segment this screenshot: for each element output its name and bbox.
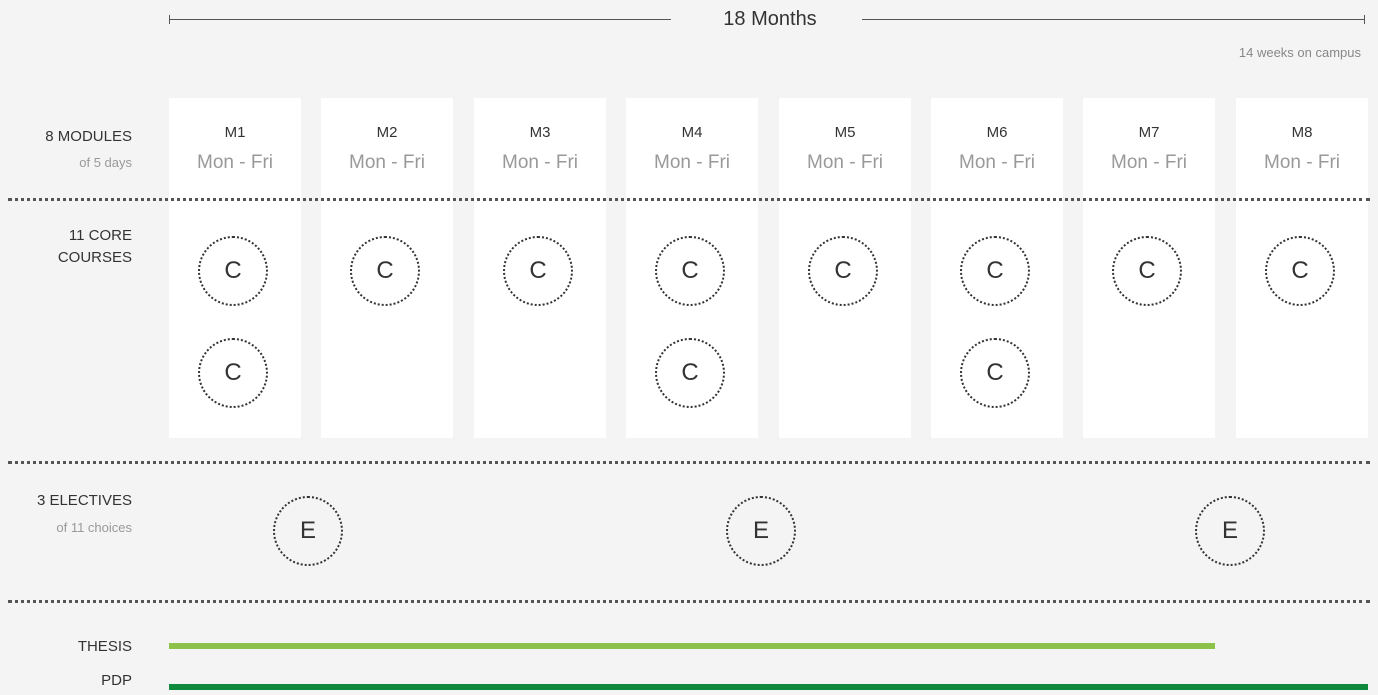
module-days: Mon - Fri xyxy=(349,152,425,173)
module-days: Mon - Fri xyxy=(1264,152,1340,173)
core-course-circle: C xyxy=(198,236,268,306)
duration-tick-end xyxy=(1364,15,1365,24)
core-course-circle: C xyxy=(1112,236,1182,306)
electives-label: 3 ELECTIVES xyxy=(36,492,132,509)
core-course-circle: C xyxy=(655,236,725,306)
elective-circle: E xyxy=(273,496,343,566)
core-course-circle: C xyxy=(198,338,268,408)
core-course-circle: C xyxy=(350,236,420,306)
separator-electives xyxy=(8,600,1370,603)
core-course-circle: C xyxy=(960,338,1030,408)
modules-label: 8 MODULES xyxy=(45,128,132,145)
pdp-track xyxy=(169,684,1368,690)
duration-label: 18 Months xyxy=(723,8,817,30)
pdp-label: PDP xyxy=(101,672,132,689)
core-course-circle: C xyxy=(960,236,1030,306)
module-name: M5 xyxy=(834,124,856,141)
module-name: M7 xyxy=(1138,124,1160,141)
module-days: Mon - Fri xyxy=(959,152,1035,173)
duration-tick-start xyxy=(169,15,170,24)
separator-modules xyxy=(8,198,1370,201)
campus-note: 14 weeks on campus xyxy=(1238,45,1361,60)
elective-circle: E xyxy=(1195,496,1265,566)
duration-line-right xyxy=(862,19,1365,20)
core-courses-label-1: 11 CORE xyxy=(68,227,132,244)
modules-sub: of 5 days xyxy=(79,155,132,170)
module-name: M8 xyxy=(1291,124,1313,141)
module-name: M6 xyxy=(986,124,1008,141)
core-course-circle: C xyxy=(503,236,573,306)
core-course-circle: C xyxy=(1265,236,1335,306)
module-days: Mon - Fri xyxy=(807,152,883,173)
module-name: M1 xyxy=(224,124,246,141)
module-days: Mon - Fri xyxy=(197,152,273,173)
core-courses-label-2: COURSES xyxy=(57,249,132,266)
module-name: M2 xyxy=(376,124,398,141)
separator-core xyxy=(8,461,1370,464)
module-days: Mon - Fri xyxy=(654,152,730,173)
module-name: M3 xyxy=(529,124,551,141)
core-course-circle: C xyxy=(808,236,878,306)
thesis-label: THESIS xyxy=(77,638,132,655)
module-days: Mon - Fri xyxy=(502,152,578,173)
module-name: M4 xyxy=(681,124,703,141)
core-course-circle: C xyxy=(655,338,725,408)
elective-circle: E xyxy=(726,496,796,566)
electives-sub: of 11 choices xyxy=(56,520,132,535)
module-days: Mon - Fri xyxy=(1111,152,1187,173)
thesis-track xyxy=(169,643,1215,649)
duration-line-left xyxy=(169,19,671,20)
